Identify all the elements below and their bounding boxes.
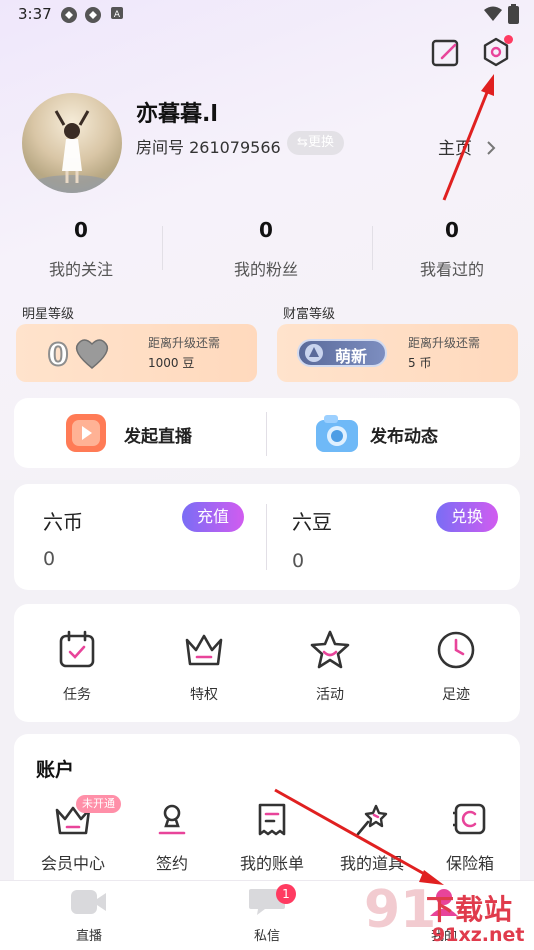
annotation-arrow-settings [442, 89, 490, 201]
annotation-arrows [274, 74, 494, 885]
arrow-head-icon [481, 74, 494, 96]
annotation-arrow-mine [274, 788, 429, 878]
